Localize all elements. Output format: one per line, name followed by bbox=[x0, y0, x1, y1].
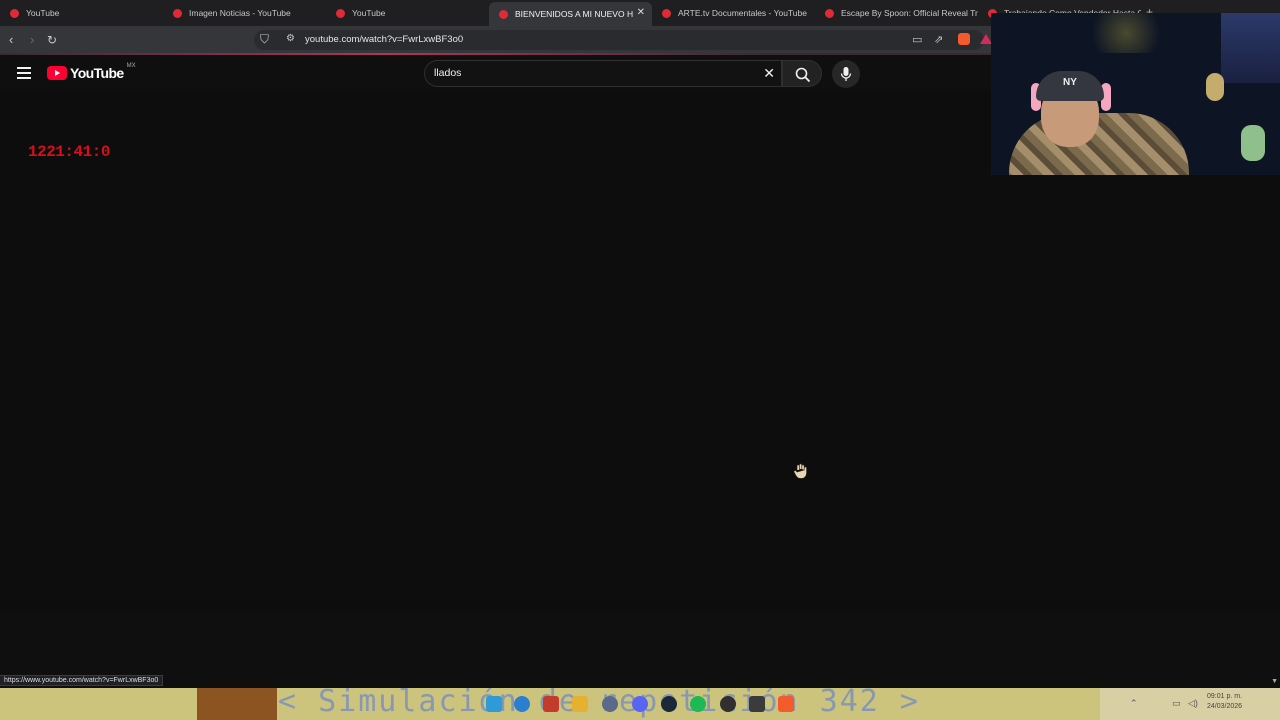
app-icon[interactable] bbox=[543, 696, 559, 712]
youtube-favicon-icon bbox=[499, 9, 508, 19]
file-explorer-icon[interactable] bbox=[572, 696, 588, 712]
search-input[interactable]: llados ✕ bbox=[424, 60, 782, 87]
edge-icon[interactable] bbox=[514, 696, 530, 712]
country-code: MX bbox=[126, 63, 136, 69]
brave-browser-icon[interactable] bbox=[778, 696, 794, 712]
tab-title: YouTube bbox=[26, 8, 60, 18]
browser-tab[interactable]: Escape By Spoon: Official Reveal Trai bbox=[815, 0, 978, 26]
tab-title: YouTube bbox=[352, 8, 386, 18]
background-shelf bbox=[1221, 13, 1280, 83]
youtube-favicon-icon bbox=[336, 8, 345, 18]
hamburger-menu-icon[interactable] bbox=[17, 67, 31, 82]
overlay-timer: 1221:41:0 bbox=[28, 143, 110, 161]
background-light bbox=[1081, 13, 1171, 53]
address-bar[interactable]: ⛉ ⚙ youtube.com/watch?v=FwrLxwBF3o0 bbox=[254, 30, 984, 50]
tab-title: BIENVENIDOS A MI NUEVO HO bbox=[515, 9, 633, 19]
system-clock[interactable]: 09:01 p. m. 24/03/2026 bbox=[1207, 692, 1242, 712]
status-bar-url: https://www.youtube.com/watch?v=FwrLxwBF… bbox=[0, 675, 164, 686]
browser-tab-active[interactable]: BIENVENIDOS A MI NUEVO HO ✕ bbox=[489, 2, 652, 26]
background-plant bbox=[1206, 73, 1224, 101]
tab-title: Escape By Spoon: Official Reveal Trai bbox=[841, 8, 978, 18]
search-query[interactable]: llados bbox=[434, 67, 461, 79]
hand-cursor-icon bbox=[793, 463, 807, 479]
youtube-play-icon bbox=[47, 66, 67, 80]
forward-arrow-icon[interactable]: › bbox=[30, 32, 34, 48]
logo-wordmark: YouTube bbox=[70, 65, 124, 81]
browser-tab[interactable]: ARTE.tv Documentales - YouTube bbox=[652, 0, 815, 26]
microphone-icon bbox=[840, 67, 852, 81]
youtube-favicon-icon bbox=[173, 8, 182, 18]
taskbar-background-block bbox=[197, 688, 277, 720]
site-settings-icon[interactable]: ⚙ bbox=[286, 33, 295, 44]
webcam-overlay: NY bbox=[991, 13, 1280, 175]
show-hidden-icons-chevron-icon[interactable]: ⌃ bbox=[1130, 698, 1138, 709]
stream-marquee-text: < Simulación de repetición 342 > bbox=[278, 688, 920, 719]
browser-tab[interactable]: YouTube bbox=[0, 0, 163, 26]
steam-icon[interactable] bbox=[661, 696, 677, 712]
youtube-favicon-icon bbox=[825, 8, 834, 18]
youtube-favicon-icon bbox=[662, 8, 671, 18]
voice-search-button[interactable] bbox=[832, 60, 860, 88]
volume-icon[interactable]: ◁) bbox=[1188, 698, 1198, 709]
share-icon[interactable]: ⇗ bbox=[934, 33, 943, 46]
back-arrow-icon[interactable]: ‹ bbox=[9, 32, 13, 48]
scroll-down-arrow-icon[interactable]: ▼ bbox=[1271, 678, 1278, 685]
search-button[interactable] bbox=[782, 60, 822, 87]
clear-search-icon[interactable]: ✕ bbox=[763, 65, 775, 82]
spotify-icon[interactable] bbox=[690, 696, 706, 712]
brave-shields-icon[interactable] bbox=[958, 33, 970, 45]
browser-tab[interactable]: YouTube bbox=[326, 0, 489, 26]
tab-title: Imagen Noticias - YouTube bbox=[189, 8, 291, 18]
cast-icon[interactable]: ▭ bbox=[912, 33, 922, 46]
tab-title: ARTE.tv Documentales - YouTube bbox=[678, 8, 807, 18]
below-video-area bbox=[0, 612, 1280, 688]
app-icon[interactable] bbox=[749, 696, 765, 712]
browser-tab[interactable]: Imagen Noticias - YouTube bbox=[163, 0, 326, 26]
windows-taskbar: < Simulación de repetición 342 > ⌃ ▭ ◁) … bbox=[0, 688, 1280, 720]
url-text[interactable]: youtube.com/watch?v=FwrLxwBF3o0 bbox=[305, 34, 463, 45]
bookmark-icon[interactable]: ⛉ bbox=[260, 32, 269, 47]
app-icon[interactable] bbox=[602, 696, 618, 712]
clock-date: 24/03/2026 bbox=[1207, 703, 1243, 710]
obs-icon[interactable] bbox=[720, 696, 736, 712]
youtube-favicon-icon bbox=[10, 8, 19, 18]
search-icon bbox=[795, 67, 811, 83]
close-tab-icon[interactable]: ✕ bbox=[637, 7, 645, 18]
cap-logo: NY bbox=[1063, 77, 1077, 88]
windows-start-icon[interactable] bbox=[486, 696, 502, 712]
youtube-logo[interactable]: YouTube MX bbox=[47, 63, 136, 81]
discord-icon[interactable] bbox=[632, 696, 648, 712]
reload-icon[interactable]: ↻ bbox=[47, 32, 57, 48]
clock-time: 09:01 p. m. bbox=[1207, 693, 1243, 700]
background-figure bbox=[1241, 125, 1265, 161]
streamer-jacket bbox=[1009, 113, 1189, 175]
network-icon[interactable]: ▭ bbox=[1172, 698, 1181, 709]
